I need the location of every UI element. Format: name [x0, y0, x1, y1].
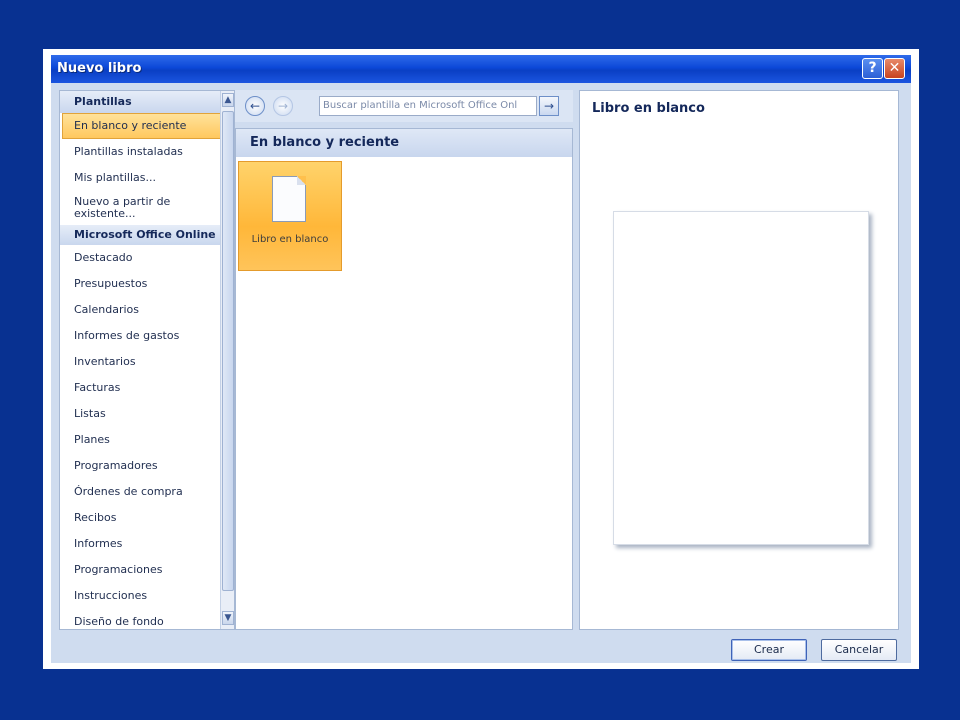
sidebar-item-online[interactable]: Planes — [60, 427, 234, 453]
sidebar-item-online[interactable]: Presupuestos — [60, 271, 234, 297]
sidebar-item-online[interactable]: Destacado — [60, 245, 234, 271]
help-button[interactable]: ? — [862, 58, 883, 79]
sidebar-section-online: Microsoft Office Online — [60, 225, 234, 245]
sidebar-item-online[interactable]: Diseño de fondo — [60, 609, 234, 629]
arrow-right-icon: → — [277, 99, 289, 113]
templates-area: ← → Buscar plantilla en Microsoft Office… — [235, 90, 573, 630]
scroll-down-button[interactable]: ▼ — [222, 611, 234, 625]
help-icon: ? — [868, 60, 877, 76]
search-go-button[interactable]: → — [539, 96, 559, 116]
chevron-down-icon: ▼ — [224, 613, 232, 623]
template-list-header: En blanco y reciente — [236, 129, 572, 157]
dialog-title: Nuevo libro — [57, 61, 142, 76]
arrow-left-icon: ← — [249, 99, 261, 113]
sidebar-item-from-existing[interactable]: Nuevo a partir de existente... — [60, 191, 234, 225]
dialog-body: Plantillas En blanco y reciente Plantill… — [51, 83, 911, 663]
chevron-up-icon: ▲ — [224, 95, 232, 105]
create-button[interactable]: Crear — [731, 639, 807, 661]
preview-title: Libro en blanco — [592, 101, 705, 116]
sidebar-item-online[interactable]: Instrucciones — [60, 583, 234, 609]
preview-pane: Libro en blanco — [579, 90, 899, 630]
close-icon: ✕ — [888, 60, 901, 76]
sidebar-item-online[interactable]: Calendarios — [60, 297, 234, 323]
preview-thumbnail — [613, 211, 869, 545]
sidebar-item-online[interactable]: Programaciones — [60, 557, 234, 583]
cancel-button[interactable]: Cancelar — [821, 639, 897, 661]
template-list: En blanco y reciente Libro en blanco — [235, 128, 573, 630]
sidebar-item-online[interactable]: Programadores — [60, 453, 234, 479]
sidebar-item-online[interactable]: Informes de gastos — [60, 323, 234, 349]
sidebar-section-templates: Plantillas — [60, 91, 234, 113]
arrow-right-icon: → — [543, 99, 555, 113]
template-tile-blank-workbook[interactable]: Libro en blanco — [238, 161, 342, 271]
sidebar-item-online[interactable]: Recibos — [60, 505, 234, 531]
back-button[interactable]: ← — [245, 96, 265, 116]
sidebar-item-online[interactable]: Informes — [60, 531, 234, 557]
forward-button[interactable]: → — [273, 96, 293, 116]
sidebar-item-online[interactable]: Inventarios — [60, 349, 234, 375]
sidebar-scrollbar[interactable]: ▲ ▼ — [220, 91, 234, 629]
scroll-up-button[interactable]: ▲ — [222, 93, 234, 107]
sidebar-item-online[interactable]: Listas — [60, 401, 234, 427]
sidebar-item-blank-recent[interactable]: En blanco y reciente — [62, 113, 234, 139]
templates-sidebar: Plantillas En blanco y reciente Plantill… — [59, 90, 235, 630]
template-search-input[interactable]: Buscar plantilla en Microsoft Office Onl — [319, 96, 537, 116]
sidebar-item-my-templates[interactable]: Mis plantillas... — [60, 165, 234, 191]
sidebar-item-online[interactable]: Órdenes de compra — [60, 479, 234, 505]
sidebar-item-online[interactable]: Facturas — [60, 375, 234, 401]
template-tile-label: Libro en blanco — [251, 234, 329, 245]
new-workbook-dialog: Nuevo libro ? ✕ Plantillas En blanco y r… — [43, 49, 919, 669]
blank-document-icon — [272, 176, 306, 222]
scroll-thumb[interactable] — [222, 111, 234, 591]
title-bar[interactable]: Nuevo libro ? ✕ — [51, 55, 911, 83]
template-navbar: ← → Buscar plantilla en Microsoft Office… — [235, 90, 573, 122]
close-button[interactable]: ✕ — [884, 58, 905, 79]
sidebar-item-installed[interactable]: Plantillas instaladas — [60, 139, 234, 165]
